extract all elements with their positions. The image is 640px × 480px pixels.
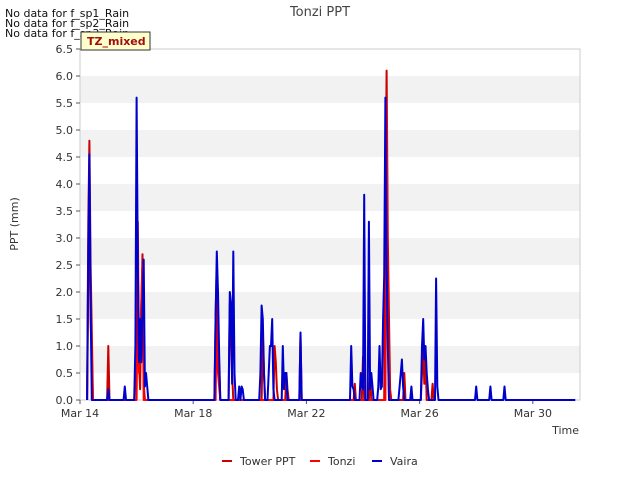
y-tick-label: 6.5 bbox=[56, 43, 74, 56]
badge-label: TZ_mixed bbox=[87, 35, 146, 48]
y-tick-label: 0.0 bbox=[56, 394, 74, 407]
x-tick-label: Mar 14 bbox=[61, 407, 99, 420]
y-tick-label: 4.0 bbox=[56, 178, 74, 191]
grid-band bbox=[80, 346, 580, 373]
grid-band bbox=[80, 211, 580, 238]
y-tick-label: 4.5 bbox=[56, 151, 74, 164]
y-tick-label: 5.5 bbox=[56, 97, 74, 110]
grid-band bbox=[80, 265, 580, 292]
y-tick-label: 1.0 bbox=[56, 340, 74, 353]
y-tick-label: 5.0 bbox=[56, 124, 74, 137]
legend-label: Vaira bbox=[390, 455, 418, 468]
ppt-chart: 0.0 0.5 1.0 1.5 2.0 2.5 3.0 3.5 4.0 4.5 5.0 5.5 6.0 6… bbox=[8, 5, 581, 468]
y-axis: 0.0 0.5 1.0 1.5 2.0 2.5 3.0 3.5 4.0 4.5 5.0 5.5 6.0 6… bbox=[56, 43, 80, 407]
y-tick-label: 2.5 bbox=[56, 259, 74, 272]
grid-band bbox=[80, 157, 580, 184]
x-tick-label: Mar 18 bbox=[174, 407, 212, 420]
y-tick-label: 1.5 bbox=[56, 313, 74, 326]
y-tick-label: 6.0 bbox=[56, 70, 74, 83]
y-tick-label: 3.5 bbox=[56, 205, 74, 218]
y-axis-label: PPT (mm) bbox=[8, 197, 21, 251]
grid-band bbox=[80, 130, 580, 157]
grid-band bbox=[80, 76, 580, 103]
legend-label: Tower PPT bbox=[239, 455, 296, 468]
grid-band bbox=[80, 238, 580, 265]
chart-title: Tonzi PPT bbox=[289, 5, 350, 20]
grid-band bbox=[80, 292, 580, 319]
y-tick-label: 0.5 bbox=[56, 367, 74, 380]
x-tick-label: Mar 30 bbox=[514, 407, 552, 420]
x-axis-label: Time bbox=[551, 424, 579, 437]
grid-band bbox=[80, 103, 580, 130]
legend: Tower PPT Tonzi Vaira bbox=[222, 455, 418, 468]
grid-band bbox=[80, 319, 580, 346]
x-axis: Mar 14 Mar 18 Mar 22 Mar 26 Mar 30 bbox=[61, 400, 552, 420]
tz-mixed-badge: TZ_mixed bbox=[80, 31, 151, 51]
grid-band bbox=[80, 184, 580, 211]
grid-band bbox=[80, 49, 580, 76]
y-tick-label: 2.0 bbox=[56, 286, 74, 299]
x-tick-label: Mar 22 bbox=[287, 407, 325, 420]
legend-label: Tonzi bbox=[327, 455, 355, 468]
grid-bands bbox=[80, 49, 580, 400]
y-tick-label: 3.0 bbox=[56, 232, 74, 245]
x-tick-label: Mar 26 bbox=[400, 407, 438, 420]
